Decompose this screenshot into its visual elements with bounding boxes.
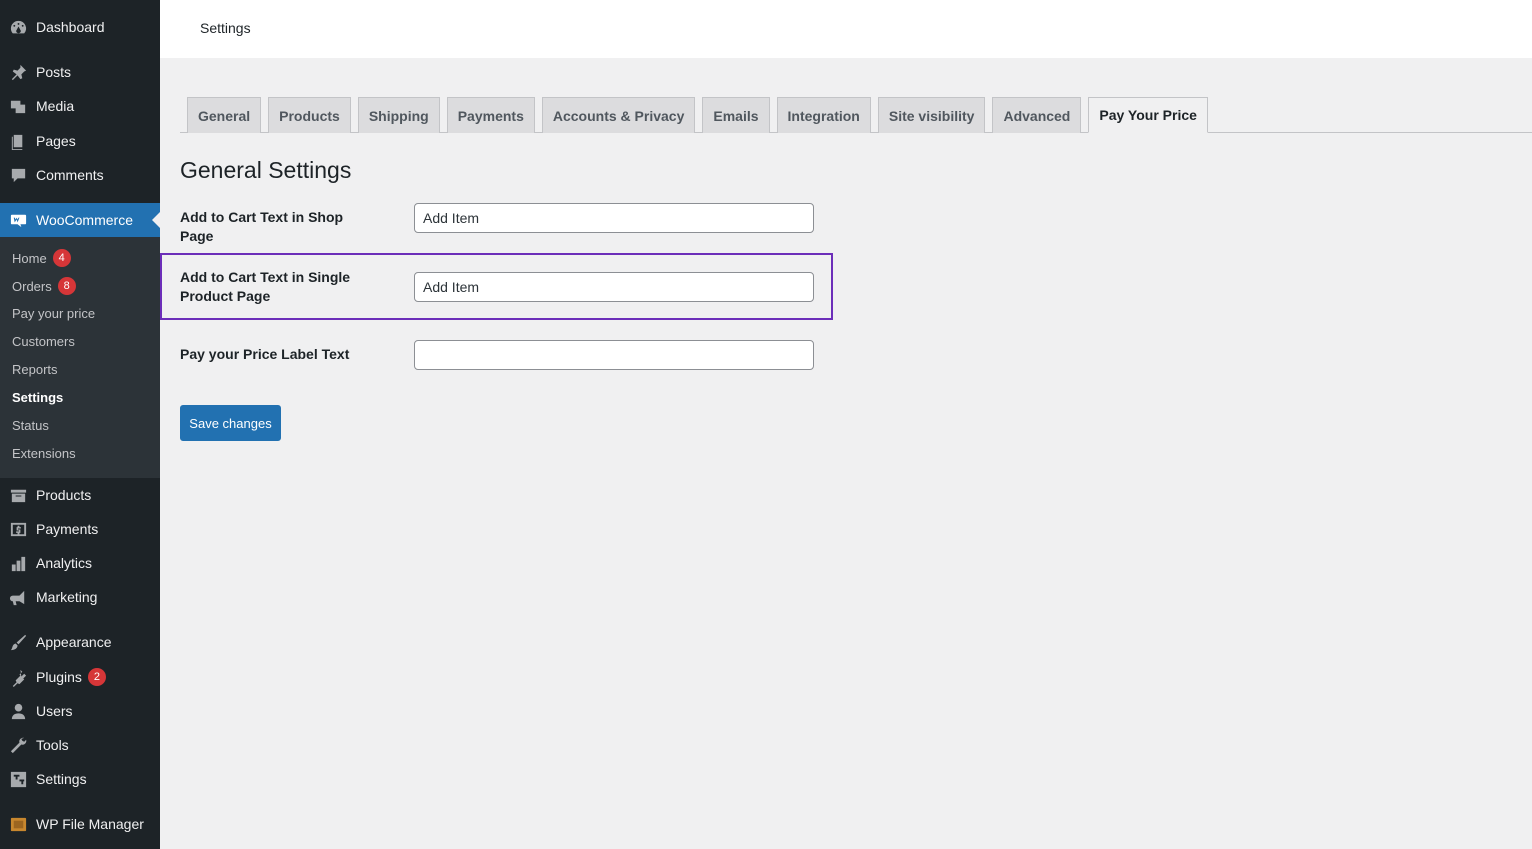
wrench-icon <box>0 736 36 755</box>
sidebar-item-label: Plugins <box>36 669 82 685</box>
sidebar-item-label: Appearance <box>36 634 112 650</box>
home-count-badge: 4 <box>52 249 71 267</box>
comment-icon <box>0 166 36 185</box>
submenu-label: Customers <box>12 334 75 349</box>
price-label-text-label: Pay your Price Label Text <box>180 346 350 362</box>
price-label-text-input[interactable] <box>414 340 814 370</box>
media-icon <box>0 97 36 116</box>
sidebar-item-dashboard[interactable]: Dashboard <box>0 10 160 44</box>
brush-icon <box>0 633 36 652</box>
sidebar-item-label: Analytics <box>36 555 93 571</box>
submenu-item-extensions[interactable]: Extensions <box>12 446 76 461</box>
sidebar-item-products[interactable]: Products <box>0 478 160 512</box>
pin-icon <box>0 63 36 82</box>
single-product-text-label: Add to Cart Text in Single Product Page <box>180 269 351 304</box>
tab-emails[interactable]: Emails <box>702 97 770 133</box>
sidebar-item-label: WP File Manager <box>36 816 144 832</box>
submenu-item-reports[interactable]: Reports <box>12 362 58 377</box>
sidebar-item-label: Tools <box>36 737 69 753</box>
submenu-label: Home <box>12 250 47 266</box>
save-changes-button[interactable]: Save changes <box>180 405 281 441</box>
sidebar-item-label: Payments <box>36 521 99 537</box>
sidebar-item-label: Comments <box>36 167 104 183</box>
tab-payments[interactable]: Payments <box>446 97 535 133</box>
sidebar-item-payments[interactable]: Payments <box>0 512 160 546</box>
tab-accounts-privacy[interactable]: Accounts & Privacy <box>541 97 696 133</box>
sidebar-item-media[interactable]: Media <box>0 89 160 123</box>
single-product-text-input[interactable] <box>414 272 814 302</box>
archive-icon <box>0 486 36 505</box>
settings-icon <box>0 770 36 789</box>
pages-icon <box>0 132 36 151</box>
sidebar-item-plugins[interactable]: Plugins 2 <box>0 660 160 694</box>
tab-shipping[interactable]: Shipping <box>357 97 440 133</box>
shop-page-text-label: Add to Cart Text in Shop Page <box>180 209 344 244</box>
settings-tabs: General Products Shipping Payments Accou… <box>187 97 1208 133</box>
submenu-item-orders[interactable]: Orders 8 <box>12 277 76 295</box>
sidebar-item-label: Dashboard <box>36 19 105 35</box>
sidebar-item-posts[interactable]: Posts <box>0 55 160 89</box>
megaphone-icon <box>0 588 36 607</box>
sidebar-item-label: Products <box>36 487 92 503</box>
submenu-item-customers[interactable]: Customers <box>12 334 75 349</box>
file-manager-icon <box>0 815 36 834</box>
dollar-icon <box>0 520 36 539</box>
submenu-item-settings[interactable]: Settings <box>12 390 63 405</box>
bar-chart-icon <box>0 554 36 573</box>
submenu-label: Orders <box>12 278 52 294</box>
page-title: Settings <box>200 20 251 36</box>
sidebar-item-wp-file-manager[interactable]: WP File Manager <box>0 807 160 841</box>
sidebar-item-tools[interactable]: Tools <box>0 728 160 762</box>
sidebar-item-label: Pages <box>36 133 76 149</box>
sidebar-item-comments[interactable]: Comments <box>0 158 160 192</box>
sidebar-item-marketing[interactable]: Marketing <box>0 580 160 614</box>
woocommerce-submenu: Home 4 Orders 8 Pay your price Customers… <box>0 237 160 478</box>
dashboard-icon <box>0 18 36 37</box>
submenu-item-pay-your-price[interactable]: Pay your price <box>12 306 95 321</box>
user-icon <box>0 702 36 721</box>
sidebar-item-appearance[interactable]: Appearance <box>0 625 160 659</box>
sidebar-item-label: WooCommerce <box>36 212 133 228</box>
submenu-label: Reports <box>12 362 58 377</box>
tab-products[interactable]: Products <box>268 97 351 133</box>
tab-site-visibility[interactable]: Site visibility <box>877 97 986 133</box>
submenu-label: Extensions <box>12 446 76 461</box>
sidebar-item-label: Settings <box>36 771 87 787</box>
sidebar-item-analytics[interactable]: Analytics <box>0 546 160 580</box>
sidebar-item-users[interactable]: Users <box>0 694 160 728</box>
sidebar-item-label: Posts <box>36 64 72 80</box>
page-header: Settings <box>160 0 1532 58</box>
submenu-item-home[interactable]: Home 4 <box>12 249 71 267</box>
submenu-label: Settings <box>12 390 64 405</box>
tab-general[interactable]: General <box>187 97 262 133</box>
sidebar-item-pages[interactable]: Pages <box>0 124 160 158</box>
sidebar-item-woocommerce[interactable]: WooCommerce <box>0 203 160 237</box>
admin-sidebar: Dashboard Posts Media Pages Comments Woo… <box>0 0 160 849</box>
sidebar-item-settings[interactable]: Settings <box>0 762 160 796</box>
tab-pay-your-price[interactable]: Pay Your Price <box>1088 97 1208 133</box>
orders-count-badge: 8 <box>57 277 76 295</box>
woo-icon <box>0 211 36 230</box>
submenu-label: Status <box>12 418 49 433</box>
submenu-item-status[interactable]: Status <box>12 418 49 433</box>
submenu-label: Pay your price <box>12 306 96 321</box>
tab-integration[interactable]: Integration <box>776 97 871 133</box>
sidebar-item-label: Media <box>36 98 75 114</box>
plugins-count-badge: 2 <box>87 668 106 686</box>
section-title: General Settings <box>180 157 352 183</box>
sidebar-item-label: Users <box>36 703 73 719</box>
tab-advanced[interactable]: Advanced <box>992 97 1082 133</box>
sidebar-item-label: Marketing <box>36 589 98 605</box>
plug-icon <box>0 668 36 687</box>
shop-page-text-input[interactable] <box>414 203 814 233</box>
